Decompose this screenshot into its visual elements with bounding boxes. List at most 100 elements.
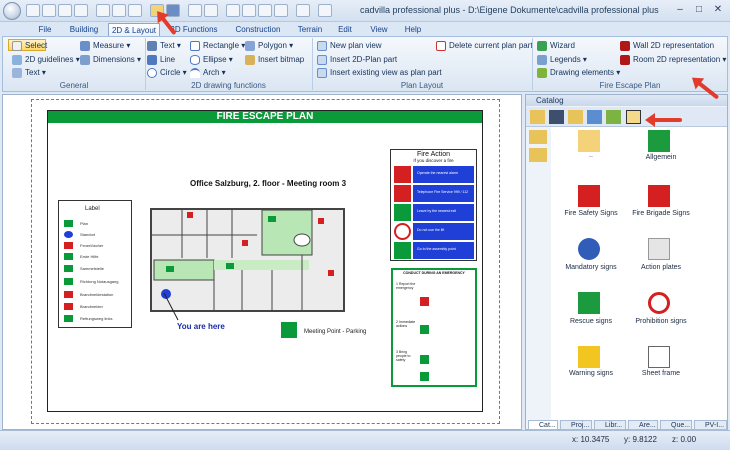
delete-plan-part-button[interactable]: Delete current plan part: [436, 40, 533, 52]
insert-2d-plan-part-button[interactable]: Insert 2D-Plan part: [317, 54, 397, 66]
first-aid-icon: [420, 325, 429, 334]
library-icon[interactable]: [549, 110, 564, 124]
tab-project[interactable]: Proj...: [560, 420, 592, 430]
delete-icon: [436, 41, 446, 51]
grid-icon[interactable]: [112, 4, 126, 17]
legends-button[interactable]: Legends ▾: [537, 54, 587, 66]
escape-left-icon: [64, 315, 73, 322]
rectangle-label: Rectangle: [203, 41, 240, 50]
2d-guidelines-button[interactable]: 2D guidelines ▾: [12, 54, 80, 66]
tab-help[interactable]: Help: [398, 23, 428, 36]
ellipse-icon: [190, 55, 200, 65]
fire-alarm-station-icon: [64, 291, 73, 298]
fire-escape-catalog-icon[interactable]: [626, 110, 641, 124]
catalog-item-prohibition-signs[interactable]: Prohibition signs: [620, 318, 702, 325]
undo-icon[interactable]: [58, 4, 72, 17]
circle-button[interactable]: Circle ▾: [147, 67, 187, 79]
minimize-button[interactable]: –: [670, 2, 690, 18]
folder-icon[interactable]: [568, 110, 583, 124]
tab-2d-layout[interactable]: 2D & Layout: [108, 23, 160, 36]
highlight-arrow-catalog: [648, 118, 682, 122]
ruler-icon: [80, 41, 90, 51]
line-label: Line: [160, 55, 176, 64]
insert-existing-view-button[interactable]: Insert existing view as plan part: [317, 67, 442, 79]
photo-icon[interactable]: [188, 4, 202, 17]
redo-icon[interactable]: [74, 4, 88, 17]
monitor-icon[interactable]: [128, 4, 142, 17]
application-menu-button[interactable]: [3, 2, 21, 20]
folder-icon[interactable]: [529, 130, 547, 144]
tab-catalog[interactable]: Cat...: [528, 420, 558, 430]
close-button[interactable]: ✕: [708, 2, 728, 18]
action-plate-icon: [648, 238, 670, 260]
arch-button[interactable]: Arch ▾: [190, 67, 226, 79]
room-2d-representation-button[interactable]: Room 2D representation ▾: [620, 54, 726, 66]
tab-edit[interactable]: Edit: [330, 23, 360, 36]
dimension-icon: [80, 55, 90, 65]
bitmap-icon: [245, 55, 255, 65]
folder-icon[interactable]: [530, 110, 545, 124]
open-folder-icon[interactable]: [42, 4, 56, 17]
polygon-button[interactable]: Polygon ▾: [245, 40, 293, 52]
catalog-item-sheet-frame[interactable]: Sheet frame: [620, 370, 702, 377]
catalog-item-allgemein[interactable]: Allgemein: [620, 154, 702, 161]
ellipse-label: Ellipse: [203, 55, 227, 64]
conduct-step: 1 Report the emergency: [396, 282, 416, 290]
folder-up-icon: [578, 130, 600, 152]
draw-text-button[interactable]: Text ▾: [147, 40, 181, 52]
measure-button[interactable]: Measure ▾: [80, 40, 130, 52]
tab-pv[interactable]: PV-I...: [694, 420, 727, 430]
maximize-button[interactable]: □: [689, 2, 709, 18]
new-file-icon[interactable]: [26, 4, 40, 17]
walk-icon[interactable]: [258, 4, 272, 17]
2d-view-icon[interactable]: [96, 4, 110, 17]
objects-icon[interactable]: [587, 110, 602, 124]
tab-building[interactable]: Building: [64, 23, 104, 36]
insert-bitmap-button[interactable]: Insert bitmap: [245, 54, 304, 66]
new-plan-view-button[interactable]: New plan view: [317, 40, 382, 52]
catalog-header: Catalog: [526, 95, 727, 106]
dimensions-button[interactable]: Dimensions ▾: [80, 54, 141, 66]
green-arrow-icon: [648, 130, 670, 152]
wall-2d-representation-button[interactable]: Wall 2D representation: [620, 40, 714, 52]
cursor-icon[interactable]: [226, 4, 240, 17]
plants-icon[interactable]: [606, 110, 621, 124]
rectangle-button[interactable]: Rectangle ▾: [190, 40, 245, 52]
tab-file[interactable]: File: [30, 23, 60, 36]
ellipse-button[interactable]: Ellipse ▾: [190, 54, 233, 66]
tab-terrain[interactable]: Terrain: [292, 23, 328, 36]
extinguisher-icon: [64, 242, 73, 249]
catalog-item-fire-brigade-signs[interactable]: Fire Brigade Signs: [620, 210, 702, 217]
select-button[interactable]: Select: [8, 39, 48, 51]
no-lift-icon: [394, 223, 411, 240]
alarm-icon: [394, 166, 411, 183]
tab-library[interactable]: Libr...: [594, 420, 626, 430]
zoom-icon[interactable]: [274, 4, 288, 17]
hand-icon[interactable]: [296, 4, 310, 17]
tab-construction[interactable]: Construction: [228, 23, 288, 36]
location-pointer-icon: [163, 292, 179, 321]
text-label: Text: [25, 68, 40, 77]
pan-icon[interactable]: [242, 4, 256, 17]
folder-icon[interactable]: [529, 148, 547, 162]
insert-2d-plan-part-label: Insert 2D-Plan part: [330, 55, 398, 64]
assembly-icon: [394, 242, 411, 259]
dropdown-icon[interactable]: [318, 4, 332, 17]
new-plan-view-label: New plan view: [330, 41, 382, 50]
line-button[interactable]: Line: [147, 54, 175, 66]
fire-extinguisher-sign-icon: [578, 185, 600, 207]
select-label: Select: [25, 41, 48, 50]
fire-action-subtitle: If you discover a fire: [413, 158, 454, 163]
render-icon[interactable]: [204, 4, 218, 17]
wizard-button[interactable]: Wizard: [537, 40, 575, 52]
tab-areas[interactable]: Are...: [628, 420, 658, 430]
wizard-label: Wizard: [550, 41, 575, 50]
fire-detector-icon: [64, 303, 73, 310]
guidelines-label: 2D guidelines: [25, 55, 74, 64]
tab-view[interactable]: View: [364, 23, 394, 36]
drawing-elements-button[interactable]: Drawing elements ▾: [537, 67, 620, 79]
telephone-icon: [394, 185, 411, 202]
tab-quantities[interactable]: Que...: [660, 420, 692, 430]
text-button[interactable]: Text ▾: [12, 67, 46, 79]
catalog-item-action-plates[interactable]: Action plates: [620, 264, 702, 271]
